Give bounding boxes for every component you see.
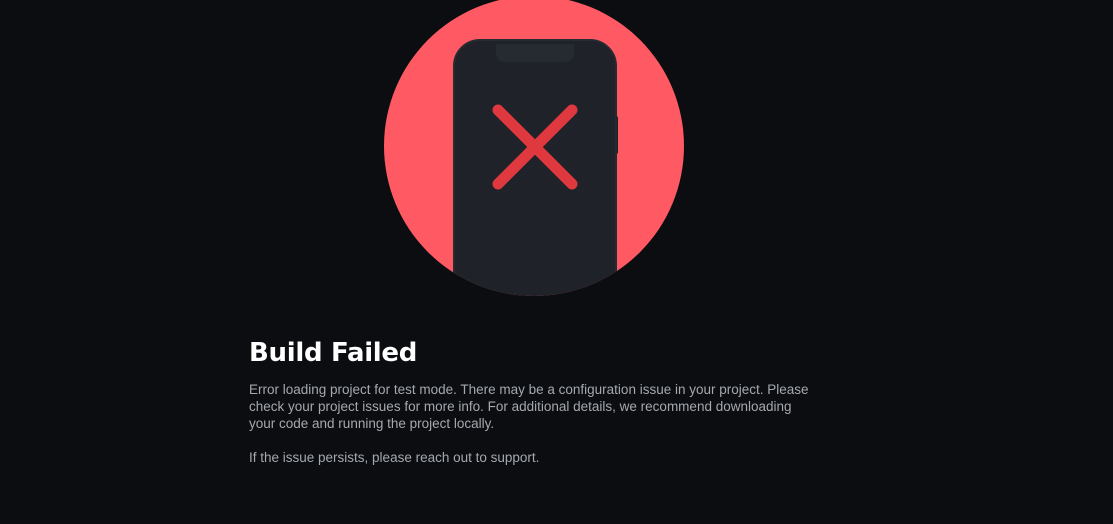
phone-body (454, 40, 616, 296)
error-title: Build Failed (249, 338, 418, 368)
error-description: Error loading project for test mode. The… (249, 381, 809, 466)
support-note: If the issue persists, please reach out … (249, 450, 540, 465)
error-message: Error loading project for test mode. The… (249, 382, 809, 431)
phone-notch (496, 44, 574, 62)
error-illustration (384, 0, 684, 296)
phone-error-icon (384, 0, 684, 296)
build-failed-page: Build Failed Error loading project for t… (0, 0, 1113, 524)
error-content: Build Failed Error loading project for t… (249, 336, 809, 466)
